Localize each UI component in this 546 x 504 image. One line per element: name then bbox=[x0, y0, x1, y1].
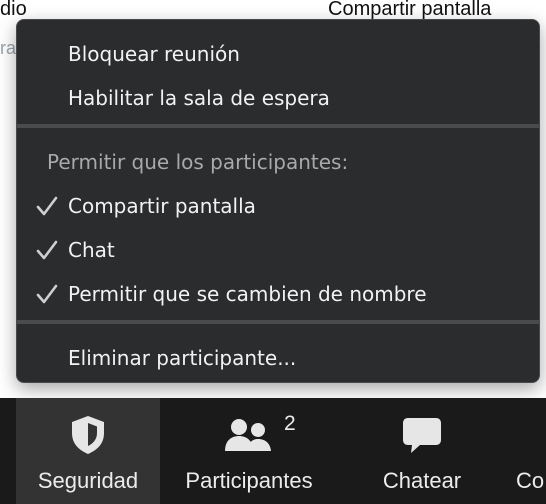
menu-separator bbox=[17, 320, 539, 324]
participants-button-label: Participantes bbox=[185, 468, 313, 493]
checkmark-icon bbox=[36, 240, 58, 260]
meeting-toolbar: Seguridad 2 Participantes Chatear Co bbox=[0, 398, 546, 504]
menu-item-lock-meeting[interactable]: Bloquear reunión bbox=[17, 34, 539, 74]
security-button-label: Seguridad bbox=[37, 468, 139, 493]
menu-item-share-screen[interactable]: Compartir pantalla bbox=[17, 186, 539, 226]
background-label-left: dio bbox=[0, 0, 27, 20]
participants-count-badge: 2 bbox=[284, 412, 296, 435]
chat-bubble-icon bbox=[403, 418, 441, 453]
menu-item-enable-waiting-room[interactable]: Habilitar la sala de espera bbox=[17, 78, 539, 118]
menu-item-remove-participant[interactable]: Eliminar participante... bbox=[17, 338, 539, 378]
chat-button-label: Chatear bbox=[382, 468, 462, 493]
toolbar-button-partial-label: Co bbox=[516, 468, 545, 493]
checkmark-icon bbox=[36, 196, 58, 216]
participants-icon bbox=[225, 419, 271, 451]
shield-icon bbox=[72, 416, 104, 454]
checkmark-icon bbox=[36, 284, 58, 304]
security-menu: Bloquear reunión Habilitar la sala de es… bbox=[16, 19, 540, 383]
menu-section-header: Permitir que los participantes: bbox=[47, 150, 349, 174]
menu-item-label: Chat bbox=[68, 238, 115, 262]
chat-button[interactable]: Chatear bbox=[352, 398, 492, 504]
menu-item-label: Permitir que se cambien de nombre bbox=[68, 282, 427, 306]
security-button[interactable]: Seguridad bbox=[16, 398, 160, 504]
participants-button[interactable]: 2 Participantes bbox=[170, 398, 328, 504]
toolbar-button-partial[interactable]: Co bbox=[500, 398, 546, 504]
menu-separator bbox=[17, 124, 539, 128]
background-label-share-screen: Compartir pantalla bbox=[328, 0, 492, 20]
menu-item-chat[interactable]: Chat bbox=[17, 230, 539, 270]
menu-item-label: Compartir pantalla bbox=[68, 194, 256, 218]
menu-item-allow-rename[interactable]: Permitir que se cambien de nombre bbox=[17, 274, 539, 314]
